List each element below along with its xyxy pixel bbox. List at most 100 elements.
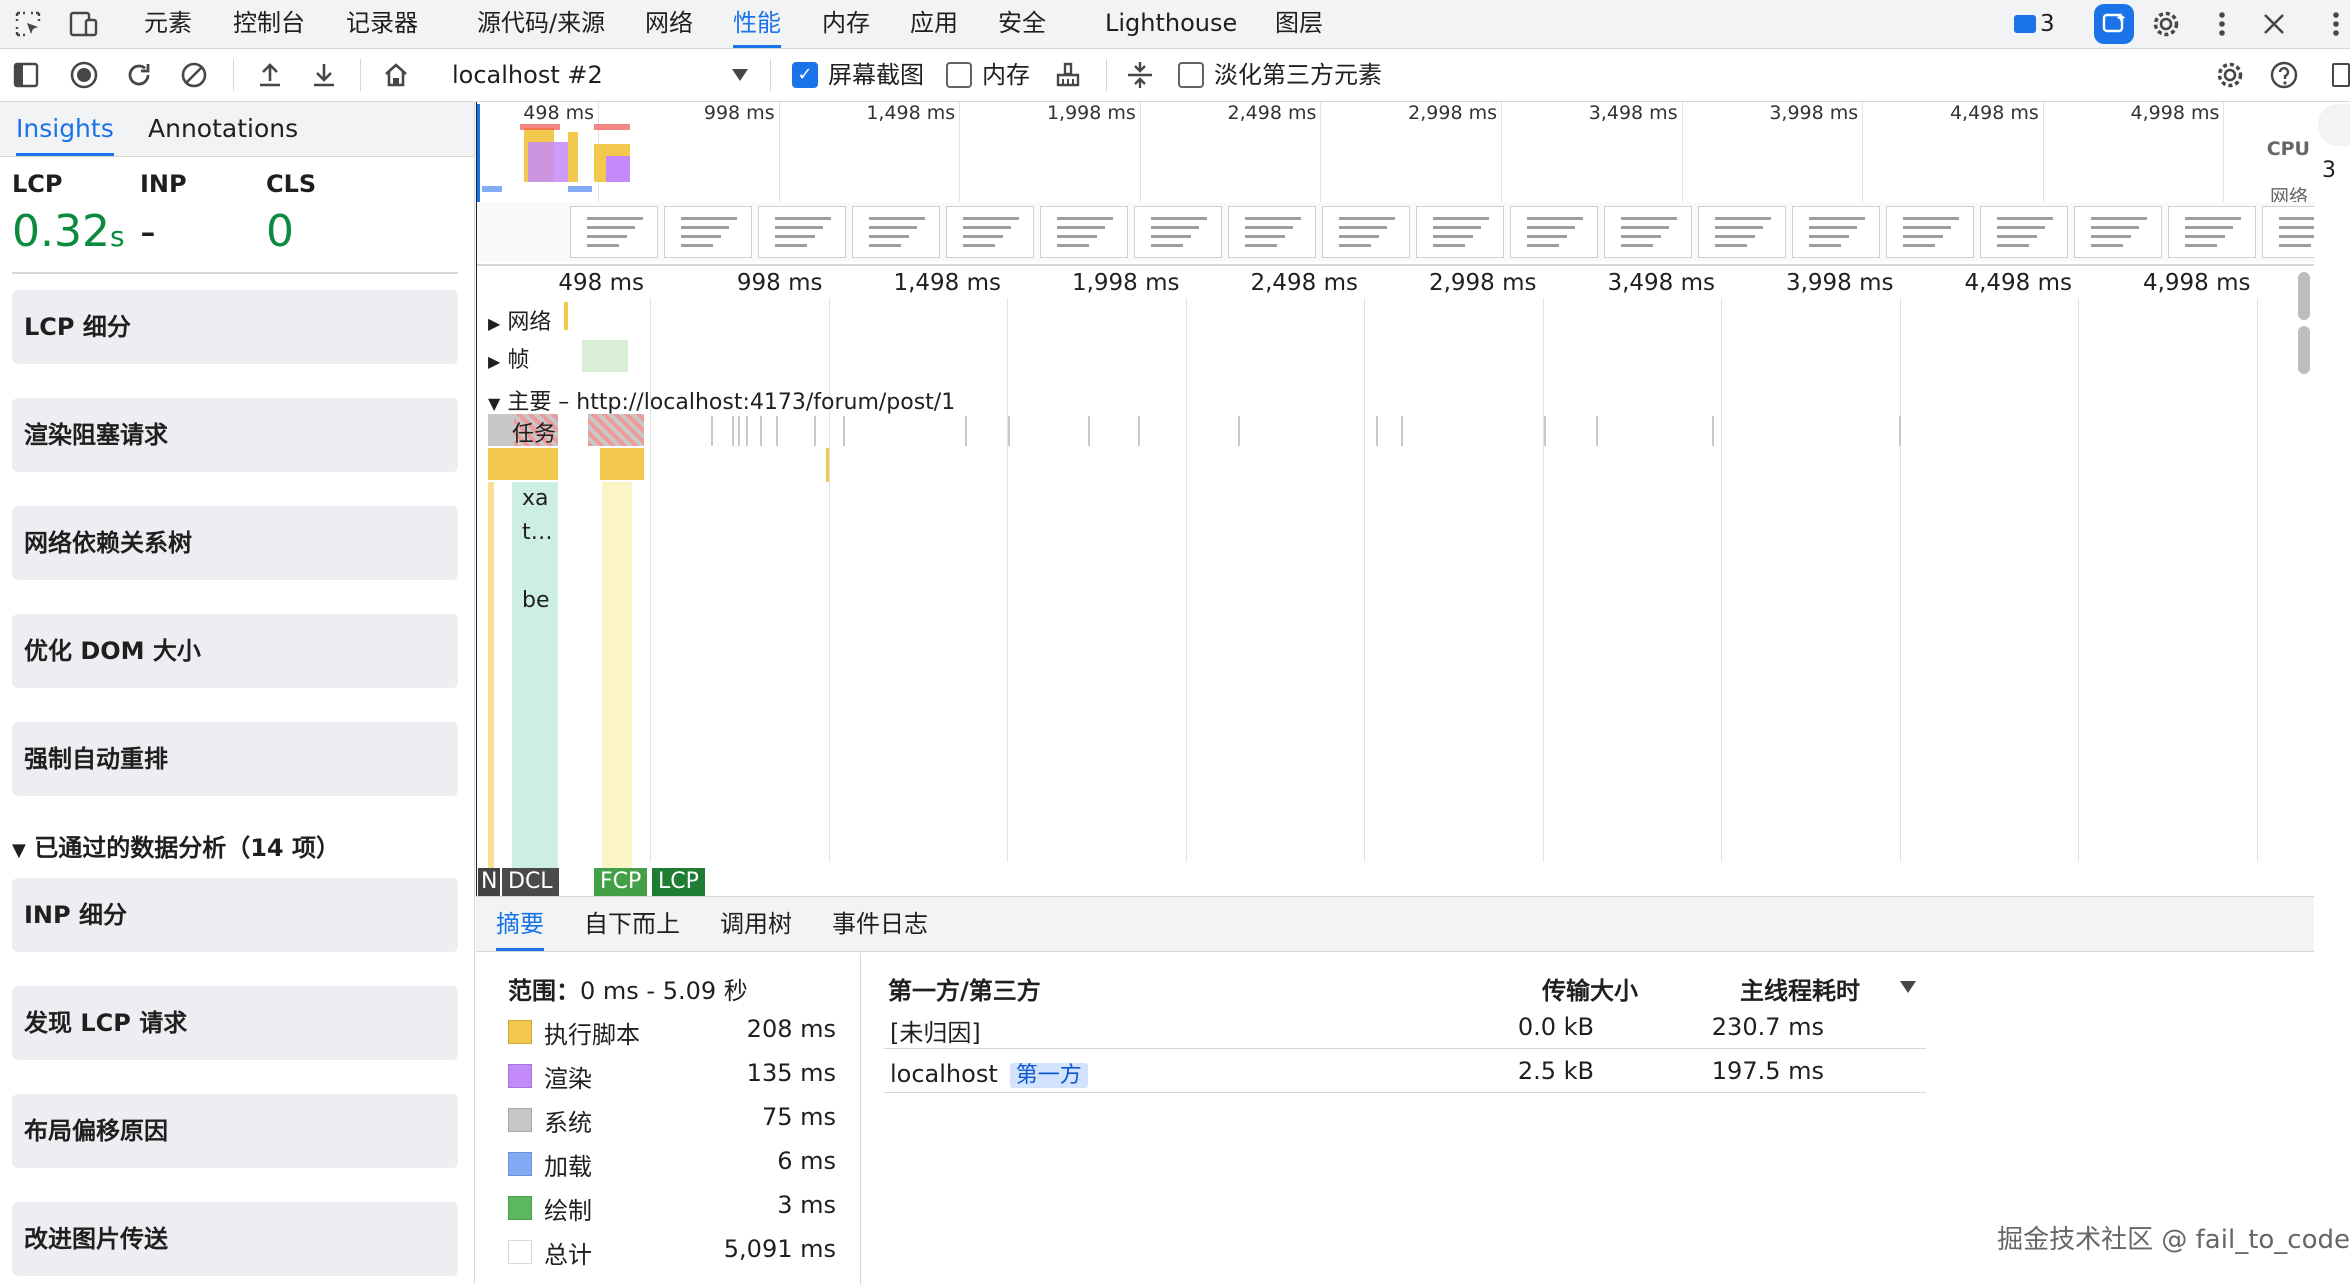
track-frames-header[interactable]: ▶ 帧 <box>488 342 529 374</box>
filmstrip-frame[interactable] <box>1228 206 1316 258</box>
task-tick[interactable] <box>1899 416 1901 446</box>
column-header-party[interactable]: 第一方/第三方 <box>888 971 1041 1006</box>
toggle-sidebar-icon[interactable] <box>8 57 44 93</box>
filmstrip-frame[interactable] <box>1040 206 1128 258</box>
close-icon[interactable] <box>2256 6 2292 42</box>
tab-console[interactable]: 控制台 <box>233 0 305 48</box>
collapse-tracks-icon[interactable] <box>1122 57 1158 93</box>
task-tick[interactable] <box>1712 416 1714 446</box>
tab-insights[interactable]: Insights <box>16 102 114 156</box>
tab-performance[interactable]: 性能 <box>733 0 781 48</box>
tab-recorder[interactable]: 记录器 <box>346 0 418 48</box>
help-icon[interactable] <box>2266 57 2302 93</box>
task-tick[interactable] <box>965 416 967 446</box>
task-tick[interactable] <box>1376 416 1378 446</box>
dim-third-party-checkbox[interactable] <box>1178 62 1204 88</box>
script-block-2[interactable] <box>600 448 644 480</box>
settings-gear-icon[interactable] <box>2148 6 2184 42</box>
dock-side-icon[interactable] <box>2332 63 2350 87</box>
passed-insights-toggle[interactable]: ▼ 已通过的数据分析（14 项） <box>12 828 340 863</box>
ai-assistance-icon[interactable] <box>2094 4 2134 44</box>
filmstrip-frame[interactable] <box>1980 206 2068 258</box>
more-options-icon-edge[interactable] <box>2332 10 2342 38</box>
target-select[interactable]: localhost #2 <box>436 49 754 101</box>
tab-elements[interactable]: 元素 <box>144 0 192 48</box>
more-options-icon[interactable] <box>2204 6 2240 42</box>
task-tick[interactable] <box>1401 416 1403 446</box>
tab-event-log[interactable]: 事件日志 <box>832 897 928 951</box>
screenshot-checkbox[interactable]: ✓ <box>792 62 818 88</box>
script-tick[interactable] <box>826 448 829 482</box>
insight-layout-shift[interactable]: 布局偏移原因 <box>12 1094 458 1168</box>
network-request[interactable] <box>564 302 568 330</box>
filmstrip-frame[interactable] <box>1134 206 1222 258</box>
download-icon[interactable] <box>306 57 342 93</box>
insight-render-blocking[interactable]: 渲染阻塞请求 <box>12 398 458 472</box>
filmstrip-frame[interactable] <box>570 206 658 258</box>
vertical-scrollbar-thumb-2[interactable] <box>2298 326 2310 374</box>
screenshot-filmstrip[interactable] <box>476 202 2314 262</box>
tab-summary[interactable]: 摘要 <box>496 897 544 951</box>
filmstrip-frame[interactable] <box>1886 206 1974 258</box>
insight-dom-size[interactable]: 优化 DOM 大小 <box>12 614 458 688</box>
task-tick[interactable] <box>760 416 762 446</box>
capture-settings-gear-icon[interactable] <box>2212 57 2248 93</box>
track-main-header[interactable]: ▼ 主要 – http://localhost:4173/forum/post/… <box>488 384 955 416</box>
memory-checkbox[interactable] <box>946 62 972 88</box>
task-tick[interactable] <box>843 416 845 446</box>
tab-memory[interactable]: 内存 <box>822 0 870 48</box>
task-tick[interactable] <box>1596 416 1598 446</box>
filmstrip-frame[interactable] <box>1322 206 1410 258</box>
task-tick[interactable] <box>814 416 816 446</box>
track-network-header[interactable]: ▶ 网络 <box>488 304 551 336</box>
marker-lcp[interactable]: LCP <box>652 868 705 896</box>
task-tick[interactable] <box>1138 416 1140 446</box>
tab-application[interactable]: 应用 <box>910 0 958 48</box>
frame-block[interactable] <box>582 340 628 372</box>
tab-layers[interactable]: 图层 <box>1275 0 1323 48</box>
filmstrip-frame[interactable] <box>2074 206 2162 258</box>
insight-inp-breakdown[interactable]: INP 细分 <box>12 878 458 952</box>
tab-annotations[interactable]: Annotations <box>148 102 298 156</box>
table-row[interactable]: [未归因] 0.0 kB 230.7 ms <box>884 1005 1926 1049</box>
tab-sources[interactable]: 源代码/来源 <box>477 0 605 48</box>
insight-forced-reflow[interactable]: 强制自动重排 <box>12 722 458 796</box>
upload-icon[interactable] <box>252 57 288 93</box>
task-tick[interactable] <box>1008 416 1010 446</box>
task-tick[interactable] <box>746 416 748 446</box>
filmstrip-frame[interactable] <box>1416 206 1504 258</box>
marker-navigation[interactable]: N <box>478 868 501 896</box>
messages-counter[interactable]: 3 <box>2014 8 2055 40</box>
marker-dcl[interactable]: DCL <box>502 868 559 896</box>
device-toolbar-icon[interactable] <box>66 6 102 42</box>
tab-call-tree[interactable]: 调用树 <box>720 897 792 951</box>
task-tick[interactable] <box>732 416 734 446</box>
garbage-collect-broom-icon[interactable] <box>1050 57 1086 93</box>
filmstrip-frame[interactable] <box>758 206 846 258</box>
side-panel-tab[interactable] <box>2318 104 2350 146</box>
sort-descending-icon[interactable] <box>1900 981 1916 993</box>
record-icon[interactable] <box>66 57 102 93</box>
task-tick[interactable] <box>711 416 713 446</box>
task-tick[interactable] <box>1238 416 1240 446</box>
script-block[interactable] <box>488 448 558 480</box>
tab-network[interactable]: 网络 <box>645 0 693 48</box>
filmstrip-frame[interactable] <box>1792 206 1880 258</box>
task-tick[interactable] <box>738 416 740 446</box>
filmstrip-frame[interactable] <box>1604 206 1692 258</box>
task-tick[interactable] <box>1544 416 1546 446</box>
tab-lighthouse[interactable]: Lighthouse <box>1105 0 1237 48</box>
home-icon[interactable] <box>378 57 414 93</box>
table-row[interactable]: localhost 第一方 2.5 kB 197.5 ms <box>884 1049 1926 1093</box>
task-tick[interactable] <box>776 416 778 446</box>
filmstrip-frame[interactable] <box>664 206 752 258</box>
filmstrip-frame[interactable] <box>852 206 940 258</box>
tab-security[interactable]: 安全 <box>998 0 1046 48</box>
vertical-scrollbar-thumb[interactable] <box>2298 272 2310 320</box>
task-block-2[interactable] <box>588 414 644 446</box>
filmstrip-frame[interactable] <box>1510 206 1598 258</box>
task-tick[interactable] <box>1088 416 1090 446</box>
insight-lcp-discovery[interactable]: 发现 LCP 请求 <box>12 986 458 1060</box>
inspect-element-icon[interactable] <box>10 6 46 42</box>
insight-lcp-breakdown[interactable]: LCP 细分 <box>12 290 458 364</box>
